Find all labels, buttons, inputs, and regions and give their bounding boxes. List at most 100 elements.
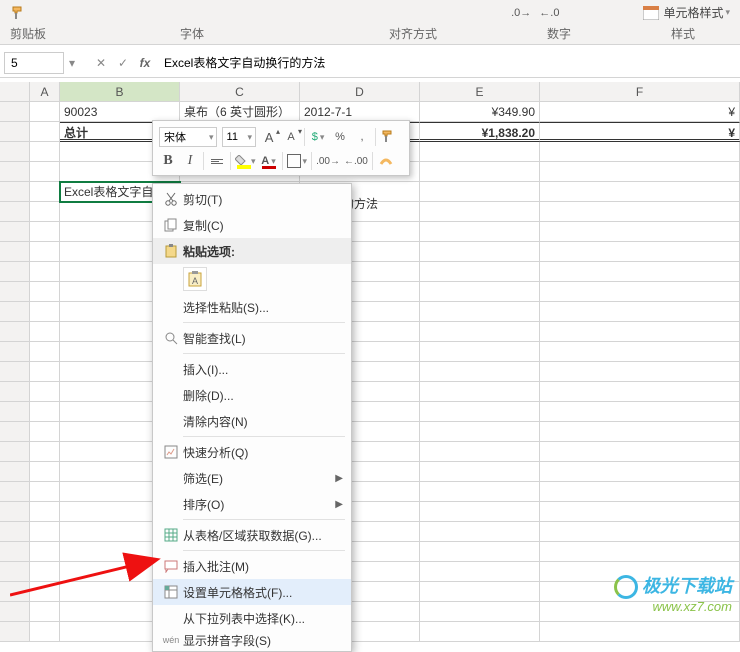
row-header[interactable] [0, 602, 30, 622]
confirm-formula-icon[interactable]: ✓ [112, 52, 134, 74]
col-header-C[interactable]: C [180, 82, 300, 102]
cell[interactable]: ¥ [540, 122, 740, 142]
cell[interactable] [540, 382, 740, 402]
ctx-clear[interactable]: 清除内容(N) [153, 408, 351, 434]
cell[interactable] [420, 202, 540, 222]
italic-icon[interactable]: I [181, 151, 199, 171]
comma-icon[interactable]: , [353, 127, 371, 147]
cell[interactable]: 90023 [60, 102, 180, 122]
paste-default-icon[interactable]: A [183, 267, 207, 291]
cell[interactable] [540, 322, 740, 342]
row-header[interactable] [0, 522, 30, 542]
cell[interactable] [420, 502, 540, 522]
row-header[interactable] [0, 222, 30, 242]
ctx-paste-special[interactable]: 选择性粘贴(S)... [153, 294, 351, 320]
ctx-filter[interactable]: 筛选(E)▶ [153, 465, 351, 491]
cell[interactable] [540, 282, 740, 302]
cell[interactable] [540, 402, 740, 422]
row-header[interactable] [0, 462, 30, 482]
row-header[interactable] [0, 282, 30, 302]
cell[interactable] [30, 342, 60, 362]
cell[interactable] [540, 182, 740, 202]
cell[interactable] [30, 302, 60, 322]
border-icon[interactable]: ▾ [287, 151, 308, 171]
row-header[interactable] [0, 442, 30, 462]
cell[interactable] [540, 302, 740, 322]
cell-total-value[interactable]: ¥1,838.20 [420, 122, 540, 142]
cell[interactable]: 2012-7-1 [300, 102, 420, 122]
increase-decimal-icon[interactable]: .00→ [316, 151, 340, 171]
ctx-pick-from-list[interactable]: 从下拉列表中选择(K)... [153, 605, 351, 631]
cell[interactable]: ¥ [540, 102, 740, 122]
ctx-smart-lookup[interactable]: 智能查找(L) [153, 325, 351, 351]
row-header[interactable] [0, 342, 30, 362]
cell[interactable] [540, 422, 740, 442]
cell[interactable] [30, 222, 60, 242]
cell[interactable] [30, 422, 60, 442]
row-header[interactable] [0, 322, 30, 342]
cell[interactable] [420, 282, 540, 302]
fill-color-icon[interactable]: ▾ [235, 151, 256, 171]
row-header[interactable] [0, 362, 30, 382]
decimal-increase-icon[interactable]: ←.0 [539, 7, 559, 19]
cell-styles-button[interactable]: 单元格样式 ▾ [643, 0, 730, 25]
row-header[interactable] [0, 302, 30, 322]
fx-icon[interactable]: fx [134, 52, 156, 74]
ctx-get-data[interactable]: 从表格/区域获取数据(G)... [153, 522, 351, 548]
ctx-insert[interactable]: 插入(I)... [153, 356, 351, 382]
row-header[interactable] [0, 202, 30, 222]
cell[interactable] [540, 342, 740, 362]
col-header-B[interactable]: B [60, 82, 180, 102]
cell[interactable] [420, 562, 540, 582]
cell[interactable] [420, 182, 540, 202]
row-header[interactable] [0, 402, 30, 422]
cell[interactable] [30, 322, 60, 342]
percent-icon[interactable]: % [331, 127, 349, 147]
cell[interactable] [540, 242, 740, 262]
cell[interactable] [420, 422, 540, 442]
cell[interactable] [420, 522, 540, 542]
clear-format-icon[interactable] [377, 151, 395, 171]
cell[interactable] [30, 362, 60, 382]
row-header[interactable] [0, 622, 30, 642]
format-painter-icon[interactable] [8, 0, 30, 25]
cell[interactable] [420, 342, 540, 362]
cell[interactable] [30, 282, 60, 302]
cell[interactable] [420, 402, 540, 422]
cell[interactable] [540, 482, 740, 502]
cell[interactable] [420, 482, 540, 502]
cell[interactable] [420, 242, 540, 262]
font-color-icon[interactable]: A▾ [260, 151, 278, 171]
cell[interactable] [540, 262, 740, 282]
ctx-sort[interactable]: 排序(O)▶ [153, 491, 351, 517]
select-all-corner[interactable] [0, 82, 30, 102]
cell[interactable] [30, 102, 60, 122]
cell[interactable] [30, 242, 60, 262]
cell[interactable] [420, 222, 540, 242]
row-header[interactable] [0, 422, 30, 442]
ctx-format-cells[interactable]: 设置单元格格式(F)... [153, 579, 351, 605]
col-header-A[interactable]: A [30, 82, 60, 102]
ctx-cut[interactable]: 剪切(T) [153, 186, 351, 212]
row-header[interactable] [0, 122, 30, 142]
name-box[interactable] [4, 52, 64, 74]
cell[interactable] [30, 442, 60, 462]
grow-font-icon[interactable]: A▴ [260, 127, 278, 147]
cell[interactable] [540, 442, 740, 462]
decrease-decimal-icon[interactable]: ←.00 [344, 151, 368, 171]
cell[interactable] [30, 602, 60, 622]
cell[interactable] [30, 482, 60, 502]
cell[interactable] [420, 262, 540, 282]
cell[interactable] [540, 222, 740, 242]
cell[interactable]: 桌布（6 英寸圆形） [180, 102, 300, 122]
cell[interactable] [540, 502, 740, 522]
row-header[interactable] [0, 482, 30, 502]
row-header[interactable] [0, 102, 30, 122]
ctx-insert-comment[interactable]: 插入批注(M) [153, 553, 351, 579]
cell[interactable] [420, 442, 540, 462]
cell[interactable] [420, 622, 540, 642]
cell[interactable] [30, 462, 60, 482]
cell[interactable] [30, 402, 60, 422]
cell[interactable] [420, 362, 540, 382]
col-header-D[interactable]: D [300, 82, 420, 102]
